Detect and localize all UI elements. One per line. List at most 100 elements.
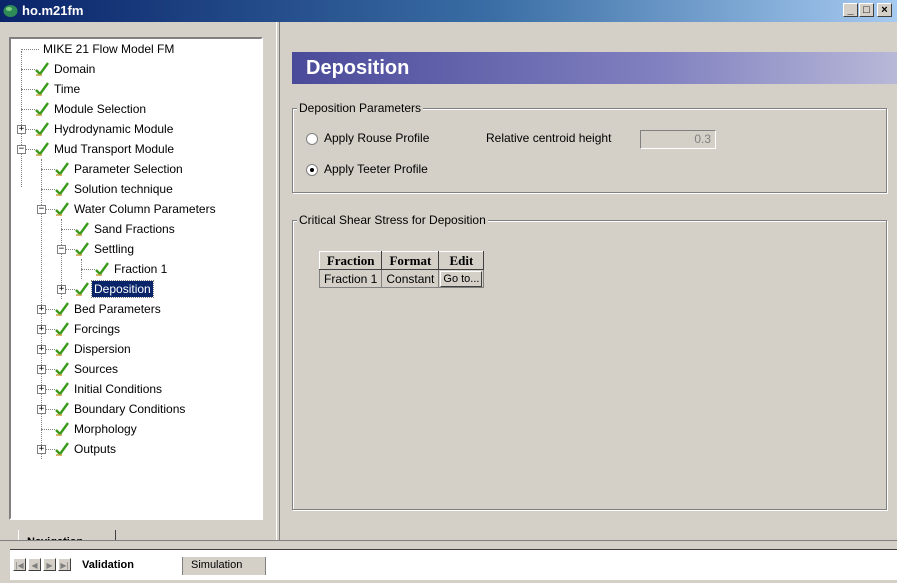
last-tab-icon[interactable]: ▶| — [58, 558, 71, 571]
expand-icon[interactable]: + — [37, 365, 46, 374]
rouse-profile-radio[interactable] — [306, 133, 318, 145]
tree-node-bed-parameters[interactable]: + Bed Parameters — [11, 301, 261, 321]
expand-icon[interactable]: + — [37, 385, 46, 394]
teeter-profile-radio[interactable] — [306, 164, 318, 176]
shear-stress-legend: Critical Shear Stress for Deposition — [297, 213, 488, 227]
checkmark-icon — [35, 122, 49, 136]
tree-node-parameter-selection[interactable]: Parameter Selection — [11, 161, 261, 181]
tree-node-label: MIKE 21 Flow Model FM — [43, 42, 175, 56]
checkmark-icon — [55, 162, 69, 176]
collapse-icon[interactable]: − — [17, 145, 26, 154]
tree-node-sand-fractions[interactable]: Sand Fractions — [11, 221, 261, 241]
expand-icon[interactable]: + — [57, 285, 66, 294]
tab-validation[interactable]: Validation — [74, 557, 180, 575]
close-button[interactable]: × — [877, 3, 892, 17]
tree-node-label: Time — [54, 82, 81, 96]
shear-stress-group: Critical Shear Stress for Deposition Fra… — [292, 213, 887, 510]
tree-node-settling[interactable]: − Settling — [11, 241, 261, 261]
tree-node-boundary-conditions[interactable]: + Boundary Conditions — [11, 401, 261, 421]
tree-node-fraction-1[interactable]: Fraction 1 — [11, 261, 261, 281]
first-tab-icon[interactable]: |◀ — [13, 558, 26, 571]
content-panel: Deposition Deposition Parameters Apply R… — [282, 22, 897, 540]
checkmark-icon — [55, 402, 69, 416]
tree-node-hydrodynamic-module[interactable]: + Hydrodynamic Module — [11, 121, 261, 141]
tree-node-label: Dispersion — [74, 342, 131, 356]
tree-node-water-column-parameters[interactable]: − Water Column Parameters — [11, 201, 261, 221]
centroid-height-input[interactable]: 0.3 — [640, 130, 716, 149]
checkmark-icon — [55, 182, 69, 196]
tab-simulation[interactable]: Simulation — [182, 557, 266, 575]
tree-node-label: Deposition — [91, 280, 154, 298]
checkmark-icon — [55, 202, 69, 216]
tree-node-forcings[interactable]: + Forcings — [11, 321, 261, 341]
tree-node-label: Module Selection — [54, 102, 147, 116]
tree-node-label: Parameter Selection — [74, 162, 183, 176]
tree-node-root[interactable]: MIKE 21 Flow Model FM — [11, 41, 261, 61]
tree-node-deposition[interactable]: + Deposition — [11, 280, 261, 301]
format-cell[interactable]: Constant — [381, 269, 440, 288]
tree-node-morphology[interactable]: Morphology — [11, 421, 261, 441]
checkmark-icon — [55, 422, 69, 436]
expand-icon[interactable]: + — [37, 405, 46, 414]
title-bar: ho.m21fm _ □ × — [0, 0, 897, 22]
tree-line — [21, 109, 35, 110]
navigation-panel: MIKE 21 Flow Model FM Domain Time Module Se… — [0, 22, 276, 556]
tree-line — [21, 89, 35, 90]
panel-splitter[interactable] — [276, 22, 280, 540]
tree-node-domain[interactable]: Domain — [11, 61, 261, 81]
tree-node-dispersion[interactable]: + Dispersion — [11, 341, 261, 361]
tree-line — [21, 49, 39, 50]
teeter-profile-label[interactable]: Apply Teeter Profile — [324, 162, 428, 176]
checkmark-icon — [75, 222, 89, 236]
checkmark-icon — [35, 102, 49, 116]
setup-tree[interactable]: MIKE 21 Flow Model FM Domain Time Module Se… — [9, 37, 263, 520]
fraction-cell[interactable]: Fraction 1 — [318, 269, 383, 288]
tree-line — [41, 169, 55, 170]
checkmark-icon — [55, 442, 69, 456]
checkmark-icon — [55, 322, 69, 336]
tree-node-label: Outputs — [74, 442, 117, 456]
tree-node-label: Forcings — [74, 322, 121, 336]
tree-node-time[interactable]: Time — [11, 81, 261, 101]
tree-node-label: Water Column Parameters — [74, 202, 216, 216]
collapse-icon[interactable]: − — [57, 245, 66, 254]
bottom-tab-bar: |◀ ◀ ▶ ▶| Validation Simulation — [0, 540, 897, 583]
tree-node-outputs[interactable]: + Outputs — [11, 441, 261, 461]
checkmark-icon — [75, 242, 89, 256]
goto-button[interactable]: Go to... — [440, 270, 483, 287]
expand-icon[interactable]: + — [17, 125, 26, 134]
tree-node-sources[interactable]: + Sources — [11, 361, 261, 381]
tree-node-label: Solution technique — [74, 182, 173, 196]
tree-node-initial-conditions[interactable]: + Initial Conditions — [11, 381, 261, 401]
checkmark-icon — [35, 82, 49, 96]
tree-node-mud-transport-module[interactable]: − Mud Transport Module — [11, 141, 261, 161]
checkmark-icon — [55, 342, 69, 356]
tab-simulation-label: Simulation — [191, 559, 243, 571]
rouse-profile-label[interactable]: Apply Rouse Profile — [324, 131, 429, 145]
tree-node-label: Initial Conditions — [74, 382, 163, 396]
minimize-button[interactable]: _ — [843, 3, 858, 17]
edit-cell: Go to... — [438, 269, 485, 288]
checkmark-icon — [75, 282, 89, 296]
tree-line — [61, 229, 75, 230]
prev-tab-icon[interactable]: ◀ — [28, 558, 41, 571]
expand-icon[interactable]: + — [37, 325, 46, 334]
tree-node-label: Sand Fractions — [94, 222, 175, 236]
expand-icon[interactable]: + — [37, 305, 46, 314]
collapse-icon[interactable]: − — [37, 205, 46, 214]
column-header-format[interactable]: Format — [381, 251, 440, 270]
column-header-fraction[interactable]: Fraction — [318, 251, 383, 270]
deposition-parameters-legend: Deposition Parameters — [297, 101, 424, 115]
table-row: Fraction 1 Constant Go to... — [318, 269, 485, 288]
checkmark-icon — [55, 302, 69, 316]
next-tab-icon[interactable]: ▶ — [43, 558, 56, 571]
expand-icon[interactable]: + — [37, 345, 46, 354]
column-header-edit[interactable]: Edit — [438, 251, 485, 270]
tree-node-label: Morphology — [74, 422, 137, 436]
deposition-parameters-group: Deposition Parameters Apply Rouse Profil… — [292, 101, 887, 193]
tree-node-module-selection[interactable]: Module Selection — [11, 101, 261, 121]
tree-node-label: Bed Parameters — [74, 302, 161, 316]
maximize-button[interactable]: □ — [859, 3, 874, 17]
expand-icon[interactable]: + — [37, 445, 46, 454]
tree-node-solution-technique[interactable]: Solution technique — [11, 181, 261, 201]
